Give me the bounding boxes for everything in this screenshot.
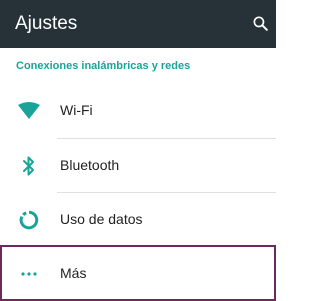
setting-item-wifi[interactable]: Wi-Fi — [0, 82, 276, 138]
more-icon — [17, 262, 41, 286]
setting-item-label: Wi-Fi — [60, 102, 93, 118]
setting-item-label: Uso de datos — [60, 211, 143, 227]
setting-item-label: Más — [60, 265, 87, 281]
page-title: Ajustes — [15, 13, 78, 34]
setting-item-data-usage[interactable]: Uso de datos — [0, 191, 276, 247]
setting-item-bluetooth[interactable]: Bluetooth — [0, 137, 276, 193]
search-icon[interactable] — [251, 14, 271, 34]
data-usage-icon — [17, 208, 41, 232]
bluetooth-icon — [17, 154, 41, 178]
setting-item-label: Bluetooth — [60, 157, 120, 173]
setting-item-more[interactable]: Más — [0, 245, 276, 301]
section-header: Conexiones inalámbricas y redes — [16, 60, 191, 72]
wifi-icon — [17, 99, 41, 123]
app-bar: Ajustes — [0, 0, 276, 48]
